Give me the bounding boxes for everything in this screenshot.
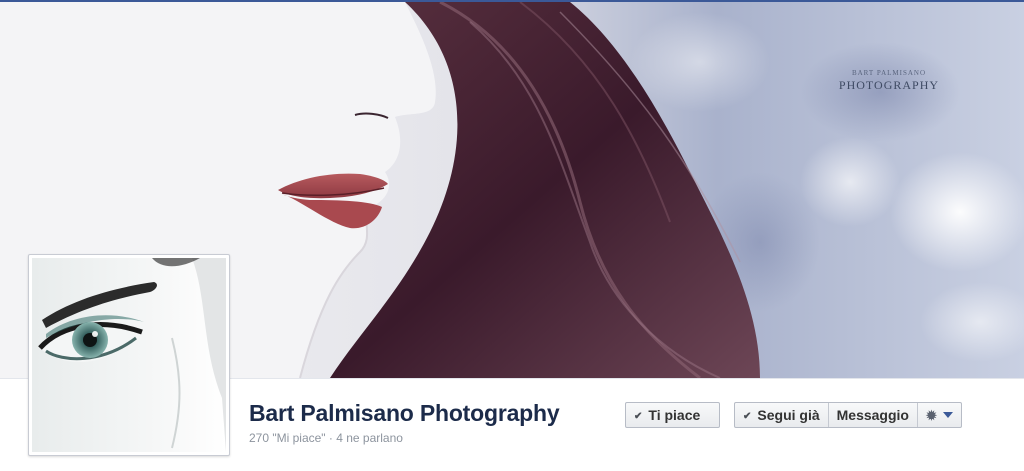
message-button[interactable]: Messaggio <box>827 403 917 427</box>
gear-icon: ✹ <box>926 407 937 423</box>
watermark-line2: PHOTOGRAPHY <box>838 78 940 92</box>
page-stats: 270 "Mi piace" · 4 ne parlano <box>249 431 403 445</box>
page-actions-group: ✔ Segui già Messaggio ✹ <box>734 402 962 428</box>
follow-button-label: Segui già <box>757 407 820 423</box>
message-button-label: Messaggio <box>836 407 909 423</box>
watermark-line1: BART PALMISANO <box>851 69 927 77</box>
like-button-label: Ti piace <box>648 407 701 423</box>
page-title[interactable]: Bart Palmisano Photography <box>249 400 560 427</box>
cover-watermark: BART PALMISANO PHOTOGRAPHY <box>825 69 953 92</box>
checkmark-icon: ✔ <box>743 411 752 422</box>
profile-picture[interactable] <box>28 254 230 456</box>
facebook-page-header: BART PALMISANO PHOTOGRAPHY Bart Palmisan… <box>0 0 1024 471</box>
like-button[interactable]: ✔ Ti piace <box>625 402 720 428</box>
profile-image <box>32 258 226 452</box>
settings-dropdown-button[interactable]: ✹ <box>916 403 961 427</box>
chevron-down-icon <box>942 412 953 418</box>
checkmark-icon: ✔ <box>634 411 643 422</box>
follow-button[interactable]: ✔ Segui già <box>735 403 828 427</box>
